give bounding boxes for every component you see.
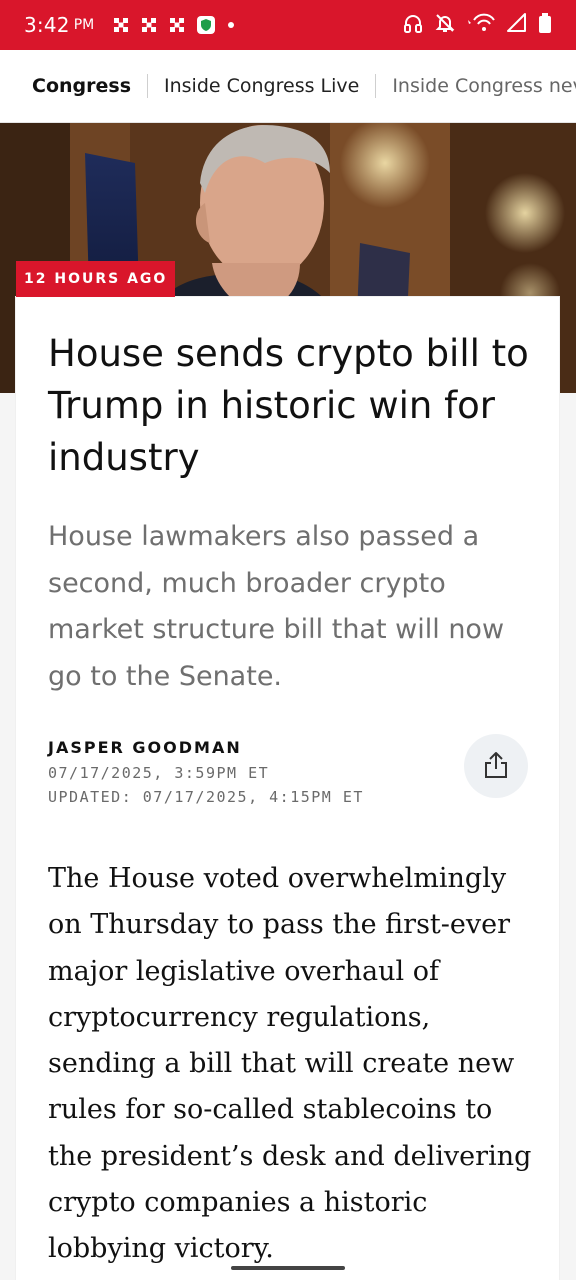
author-byline[interactable]: JASPER GOODMAN: [48, 738, 242, 757]
time-ago-badge: 12 HOURS AGO: [16, 261, 176, 297]
share-button[interactable]: [464, 734, 528, 798]
tab-inside-congress-live[interactable]: Inside Congress Live: [147, 74, 375, 98]
network-x-icon: [140, 16, 158, 34]
system-icons: [402, 12, 552, 38]
share-icon: [482, 750, 510, 783]
wifi-icon: [466, 12, 496, 38]
battery-icon: [538, 12, 552, 38]
published-timestamp: 07/17/2025, 3:59PM ET: [48, 764, 270, 782]
signal-icon: [506, 12, 528, 38]
headphones-icon: [402, 12, 424, 38]
article-body: The House voted overwhelmingly on Thursd…: [48, 863, 532, 1265]
shield-app-icon: [196, 15, 216, 35]
network-x-icon: [112, 16, 130, 34]
home-indicator[interactable]: [231, 1266, 345, 1270]
tab-inside-congress-news[interactable]: Inside Congress nev: [375, 74, 576, 98]
tab-congress[interactable]: Congress: [32, 74, 147, 98]
updated-timestamp: UPDATED: 07/17/2025, 4:15PM ET: [48, 788, 364, 806]
network-x-icon: [168, 16, 186, 34]
notification-icons: [112, 15, 236, 35]
status-ampm: PM: [73, 17, 95, 33]
status-bar: 3:42 PM: [0, 0, 576, 50]
section-tabs: Congress Inside Congress Live Inside Con…: [0, 50, 576, 123]
dot-icon: [226, 20, 236, 30]
article-headline: House sends crypto bill to Trump in hist…: [48, 332, 529, 479]
status-time: 3:42: [24, 13, 70, 37]
bell-off-icon: [434, 12, 456, 38]
article-dek: House lawmakers also passed a second, mu…: [48, 521, 505, 692]
